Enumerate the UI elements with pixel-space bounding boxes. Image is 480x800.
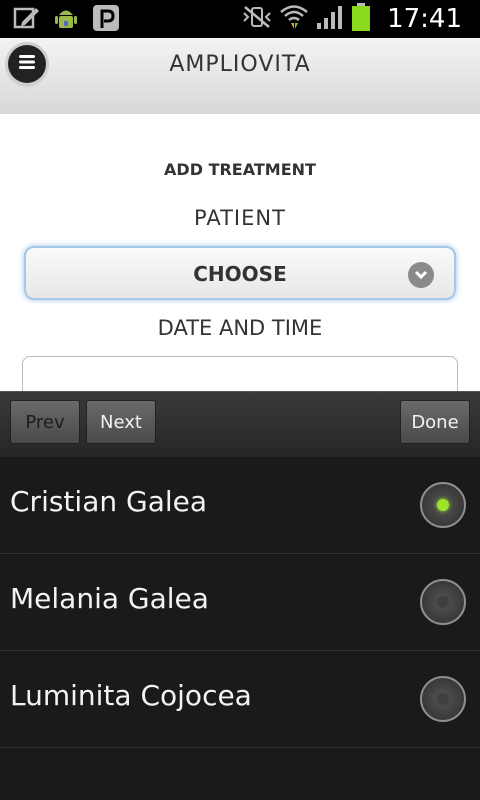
wifi-icon (279, 3, 309, 35)
system-icons: 17:41 (241, 2, 462, 36)
list-item[interactable]: Luminita Cojocea (0, 651, 480, 748)
chevron-down-icon (408, 262, 434, 288)
vibrate-mute-icon (241, 5, 273, 33)
notification-icons (12, 4, 120, 32)
signal-icon (315, 3, 345, 35)
list-item[interactable]: Melania Galea (0, 554, 480, 651)
done-button[interactable]: Done (400, 400, 470, 444)
radio-button[interactable] (420, 676, 466, 722)
battery-icon (351, 2, 371, 36)
patient-select[interactable]: CHOOSE (24, 246, 456, 300)
status-bar: 17:41 (0, 0, 480, 38)
option-label: Melania Galea (10, 582, 209, 615)
android-icon (52, 4, 80, 32)
radio-button[interactable] (420, 482, 466, 528)
app-header: AMPLIOVITA (0, 38, 480, 115)
radio-button[interactable] (420, 579, 466, 625)
option-label: Cristian Galea (10, 485, 208, 518)
patient-label: PATIENT (194, 206, 286, 230)
radio-dot (437, 596, 449, 608)
add-treatment-form: ADD TREATMENT PATIENT CHOOSE DATE AND TI… (0, 114, 480, 416)
app-title: AMPLIOVITA (169, 52, 311, 77)
section-title: ADD TREATMENT (164, 160, 316, 179)
prev-button[interactable]: Prev (10, 400, 80, 444)
edit-icon (12, 4, 40, 32)
pinterest-icon (92, 4, 120, 32)
clock: 17:41 (387, 4, 462, 34)
list-item[interactable]: Cristian Galea (0, 457, 480, 554)
patient-select-value: CHOOSE (193, 262, 287, 286)
date-time-label: DATE AND TIME (157, 316, 323, 340)
picker-toolbar: Prev Next Done (0, 391, 480, 459)
radio-selected-dot (437, 499, 449, 511)
next-button[interactable]: Next (86, 400, 156, 444)
option-label: Luminita Cojocea (10, 679, 252, 712)
patient-options-list: Cristian Galea Melania Galea Luminita Co… (0, 457, 480, 800)
radio-dot (437, 693, 449, 705)
